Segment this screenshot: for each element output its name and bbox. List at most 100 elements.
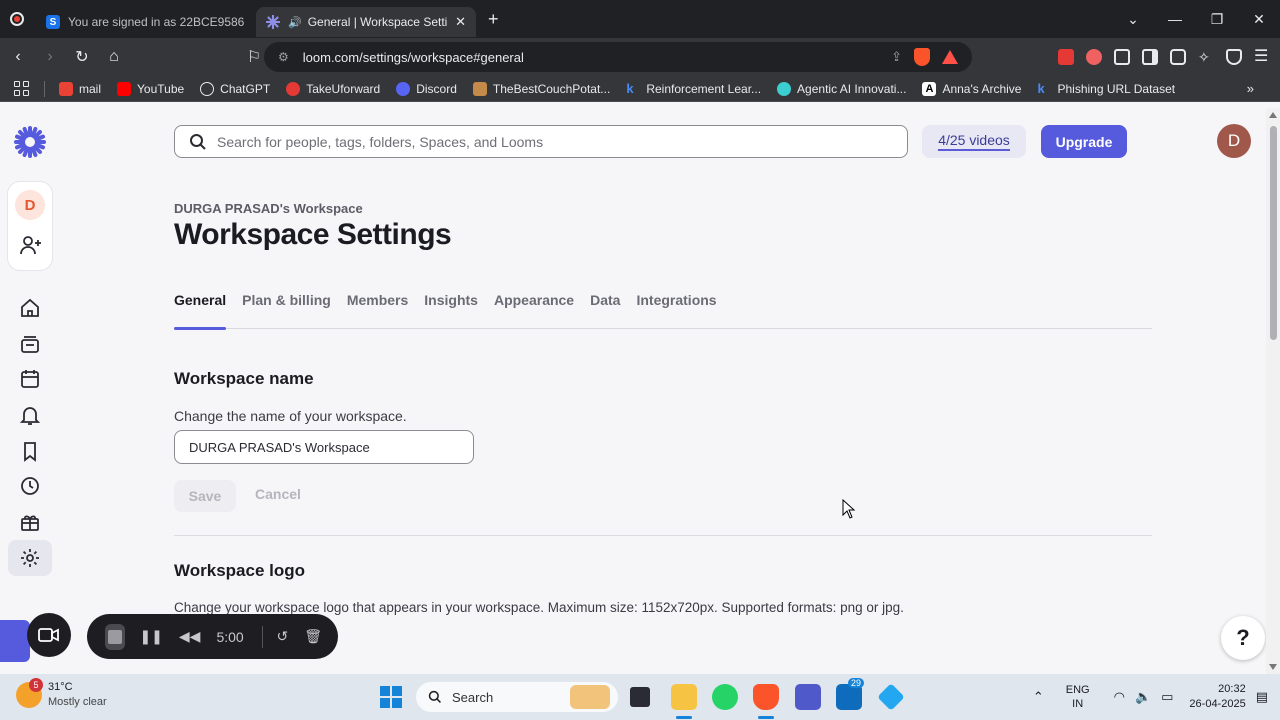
settings-gear-icon[interactable] xyxy=(19,547,41,569)
extension-shield-icon[interactable] xyxy=(1086,49,1102,65)
extension-red-icon[interactable] xyxy=(1058,49,1074,65)
show-hidden-icons-chevron-icon[interactable]: ⌃ xyxy=(1033,689,1044,705)
pause-icon[interactable]: ❚❚ xyxy=(139,628,162,645)
leo-ai-icon[interactable]: ✧ xyxy=(1198,49,1214,65)
taskbar-search[interactable]: Search xyxy=(416,682,618,712)
browser-tab-signed-in[interactable]: S You are signed in as 22BCE9586 xyxy=(36,7,256,37)
scrollbar-thumb[interactable] xyxy=(1270,126,1277,340)
share-icon[interactable]: ⇪ xyxy=(891,49,902,65)
brave-rewards-icon[interactable] xyxy=(942,50,958,64)
tab-integrations[interactable]: Integrations xyxy=(636,292,716,329)
brave-shields-icon[interactable] xyxy=(914,48,930,66)
bookmark-mail[interactable]: mail xyxy=(59,81,101,96)
site-info-icon[interactable]: ⚙ xyxy=(278,50,289,64)
stop-recording-button[interactable] xyxy=(105,623,126,650)
loom-logo-icon[interactable] xyxy=(14,126,46,158)
wallet-icon[interactable] xyxy=(1170,49,1186,65)
forward-icon[interactable]: › xyxy=(36,48,64,66)
whatsapp-icon[interactable] xyxy=(712,684,738,710)
scroll-down-icon[interactable] xyxy=(1269,664,1277,670)
tab-audio-icon[interactable]: 🔊 xyxy=(288,16,302,29)
save-button[interactable]: Save xyxy=(174,480,236,512)
menu-icon[interactable]: ☰ xyxy=(1254,49,1270,65)
back-icon[interactable]: ‹ xyxy=(4,48,32,66)
address-bar[interactable]: ⚙ loom.com/settings/workspace#general ⇪ xyxy=(264,42,972,72)
help-button[interactable]: ? xyxy=(1221,616,1265,660)
tab-data[interactable]: Data xyxy=(590,292,620,329)
vpn-icon[interactable] xyxy=(1226,49,1242,65)
battery-icon[interactable]: ▭ xyxy=(1161,689,1173,705)
home-icon[interactable]: ⌂ xyxy=(100,48,128,66)
tab-appearance[interactable]: Appearance xyxy=(494,292,574,329)
user-avatar[interactable]: D xyxy=(1217,124,1251,158)
language-indicator[interactable]: ENG IN xyxy=(1066,683,1090,711)
close-window-icon[interactable]: ✕ xyxy=(1238,11,1280,28)
workspace-name-input[interactable] xyxy=(174,430,474,464)
search-icon xyxy=(190,133,206,150)
notification-center-icon[interactable]: ▤ xyxy=(1256,689,1268,705)
reload-icon[interactable]: ↻ xyxy=(68,47,96,67)
apps-grid-icon[interactable] xyxy=(14,80,30,97)
tab-insights[interactable]: Insights xyxy=(424,292,478,329)
browser-tab-workspace-settings[interactable]: 🔊 General | Workspace Settings ✕ xyxy=(256,7,476,37)
invite-user-icon[interactable] xyxy=(20,234,42,256)
system-clock[interactable]: 20:32 26-04-2025 xyxy=(1189,682,1245,712)
brave-browser-icon[interactable] xyxy=(753,684,779,710)
volume-icon[interactable]: 🔈 xyxy=(1135,689,1151,705)
gift-icon[interactable] xyxy=(19,511,41,533)
wifi-icon[interactable]: ◠ xyxy=(1114,689,1125,705)
tab-close-icon[interactable]: ✕ xyxy=(455,14,466,30)
outlook-icon[interactable]: 29 xyxy=(836,678,865,710)
history-clock-icon[interactable] xyxy=(19,475,41,497)
bookmark-youtube[interactable]: YouTube xyxy=(117,81,184,96)
restart-icon[interactable]: ↺ xyxy=(276,628,288,645)
search-input[interactable] xyxy=(217,133,857,150)
weather-widget[interactable]: 5 31°C Mostly clear xyxy=(16,678,107,710)
notifications-bell-icon[interactable] xyxy=(19,404,41,426)
extensions-area: ✧ ☰ xyxy=(1058,38,1270,76)
bookmark-takeuforward[interactable]: TakeUforward xyxy=(286,81,380,96)
tab-plan-billing[interactable]: Plan & billing xyxy=(242,292,331,329)
bookmark-discord[interactable]: Discord xyxy=(396,81,457,96)
new-tab-icon[interactable]: + xyxy=(488,9,499,30)
file-explorer-icon[interactable] xyxy=(671,684,697,710)
recorder-side-tab[interactable] xyxy=(0,620,30,662)
calendar-icon[interactable] xyxy=(19,368,41,390)
video-count-badge[interactable]: 4/25 videos xyxy=(922,125,1026,158)
bookmark-icon[interactable] xyxy=(19,440,41,462)
bookmarks-overflow-icon[interactable]: » xyxy=(1247,81,1254,96)
weather-badge: 5 xyxy=(29,678,43,692)
page-scrollbar[interactable] xyxy=(1266,108,1280,674)
rewind-icon[interactable]: ◀◀ xyxy=(179,628,201,645)
restore-icon[interactable]: ❐ xyxy=(1196,11,1238,28)
cancel-button[interactable]: Cancel xyxy=(248,480,308,508)
delete-trash-icon[interactable]: 🗑 xyxy=(304,628,322,645)
bookmarks-bar: mail YouTube ChatGPT TakeUforward Discor… xyxy=(0,76,1280,102)
bookmark-phishing[interactable]: k Phishing URL Dataset xyxy=(1037,81,1175,96)
workspace-avatar[interactable]: D xyxy=(15,190,45,220)
windows-start-icon[interactable] xyxy=(380,686,402,708)
tab-search-chevron-icon[interactable]: ⌄ xyxy=(1112,11,1154,28)
extensions-puzzle-icon[interactable] xyxy=(1114,49,1130,65)
bookmark-couchpotato[interactable]: TheBestCouchPotat... xyxy=(472,81,610,96)
global-search[interactable] xyxy=(174,125,908,158)
scroll-up-icon[interactable] xyxy=(1269,112,1277,118)
camera-toggle-button[interactable] xyxy=(27,613,71,657)
workspace-switcher[interactable]: D xyxy=(8,182,52,270)
vscode-icon[interactable] xyxy=(877,683,905,711)
upgrade-button[interactable]: Upgrade xyxy=(1041,125,1127,158)
bookmark-agentic-ai[interactable]: Agentic AI Innovati... xyxy=(777,81,906,96)
tab-general[interactable]: General xyxy=(174,292,227,330)
minimize-icon[interactable]: — xyxy=(1154,11,1196,27)
library-icon[interactable] xyxy=(19,333,41,355)
teams-icon[interactable] xyxy=(795,684,821,710)
home-icon[interactable] xyxy=(19,297,41,319)
tab-members[interactable]: Members xyxy=(347,292,408,329)
sidebar-icon[interactable] xyxy=(1142,49,1158,65)
bookmark-reinforcement[interactable]: k Reinforcement Lear... xyxy=(626,81,761,96)
bookmark-annas-archive[interactable]: A Anna's Archive xyxy=(922,81,1022,96)
workspace-name-heading: Workspace name xyxy=(174,369,314,388)
bookmark-label: Anna's Archive xyxy=(942,81,1022,96)
bookmark-chatgpt[interactable]: ChatGPT xyxy=(200,81,270,96)
task-view-icon[interactable] xyxy=(630,687,650,707)
